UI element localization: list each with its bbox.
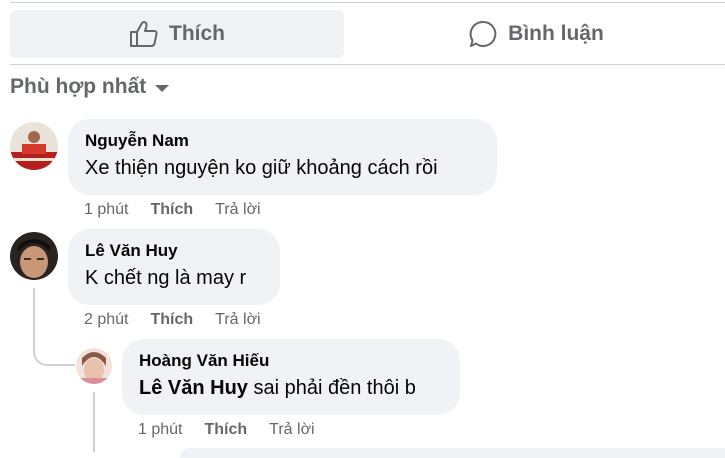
comment-reply-link[interactable]: Trả lời: [215, 200, 260, 220]
caret-down-icon: [154, 75, 170, 99]
comment-button[interactable]: Bình luận: [356, 10, 716, 58]
comment-time[interactable]: 1 phút: [138, 420, 182, 440]
next-comment-bubble-partial: [180, 448, 725, 458]
comment-like-link[interactable]: Thích: [150, 310, 193, 330]
avatar[interactable]: [10, 122, 58, 170]
avatar[interactable]: [76, 348, 112, 384]
comment-meta: 1 phút Thích Trả lời: [138, 420, 315, 440]
comment-author[interactable]: Nguyễn Nam: [85, 131, 480, 151]
comment-author[interactable]: Lê Văn Huy: [85, 241, 263, 261]
comment-reply-link[interactable]: Trả lời: [269, 420, 314, 440]
thumbs-up-icon: [129, 20, 159, 48]
reply-bubble: Hoàng Văn Hiếu Lê Văn Huy sai phải đền t…: [122, 339, 460, 415]
comment-time[interactable]: 2 phút: [84, 310, 128, 330]
thread-connector-curve: [33, 344, 75, 366]
comment-sort-dropdown[interactable]: Phù hợp nhất: [10, 73, 170, 101]
comment-meta: 1 phút Thích Trả lời: [84, 200, 261, 220]
comment-text: Xe thiện nguyện ko giữ khoảng cách rồi: [85, 157, 438, 179]
thread-connector-reply: [93, 392, 95, 452]
comment-like-link[interactable]: Thích: [150, 200, 193, 220]
sort-label: Phù hợp nhất: [10, 75, 147, 98]
actions-divider: [10, 64, 725, 65]
comment-text: K chết ng là may r: [85, 267, 247, 289]
comment-like-link[interactable]: Thích: [204, 420, 247, 440]
comment-author[interactable]: Hoàng Văn Hiếu: [139, 351, 443, 371]
thread-connector: [33, 288, 35, 346]
comment-text: Lê Văn Huy sai phải đền thôi b: [139, 375, 443, 401]
like-button[interactable]: Thích: [10, 10, 344, 58]
comment-bubble: Nguyễn Nam Xe thiện nguyện ko giữ khoảng…: [68, 119, 497, 195]
like-button-label: Thích: [169, 22, 225, 45]
comment-text-body: sai phải đền thôi b: [247, 377, 416, 399]
top-divider: [10, 2, 725, 3]
comment-bubble: Lê Văn Huy K chết ng là may r: [68, 229, 280, 305]
comment-reply-link[interactable]: Trả lời: [215, 310, 260, 330]
comment-icon: [468, 20, 498, 48]
avatar[interactable]: [10, 232, 58, 280]
comment-meta: 2 phút Thích Trả lời: [84, 310, 261, 330]
comment-time[interactable]: 1 phút: [84, 200, 128, 220]
comment-button-label: Bình luận: [508, 22, 604, 45]
mention-link[interactable]: Lê Văn Huy: [139, 377, 248, 399]
